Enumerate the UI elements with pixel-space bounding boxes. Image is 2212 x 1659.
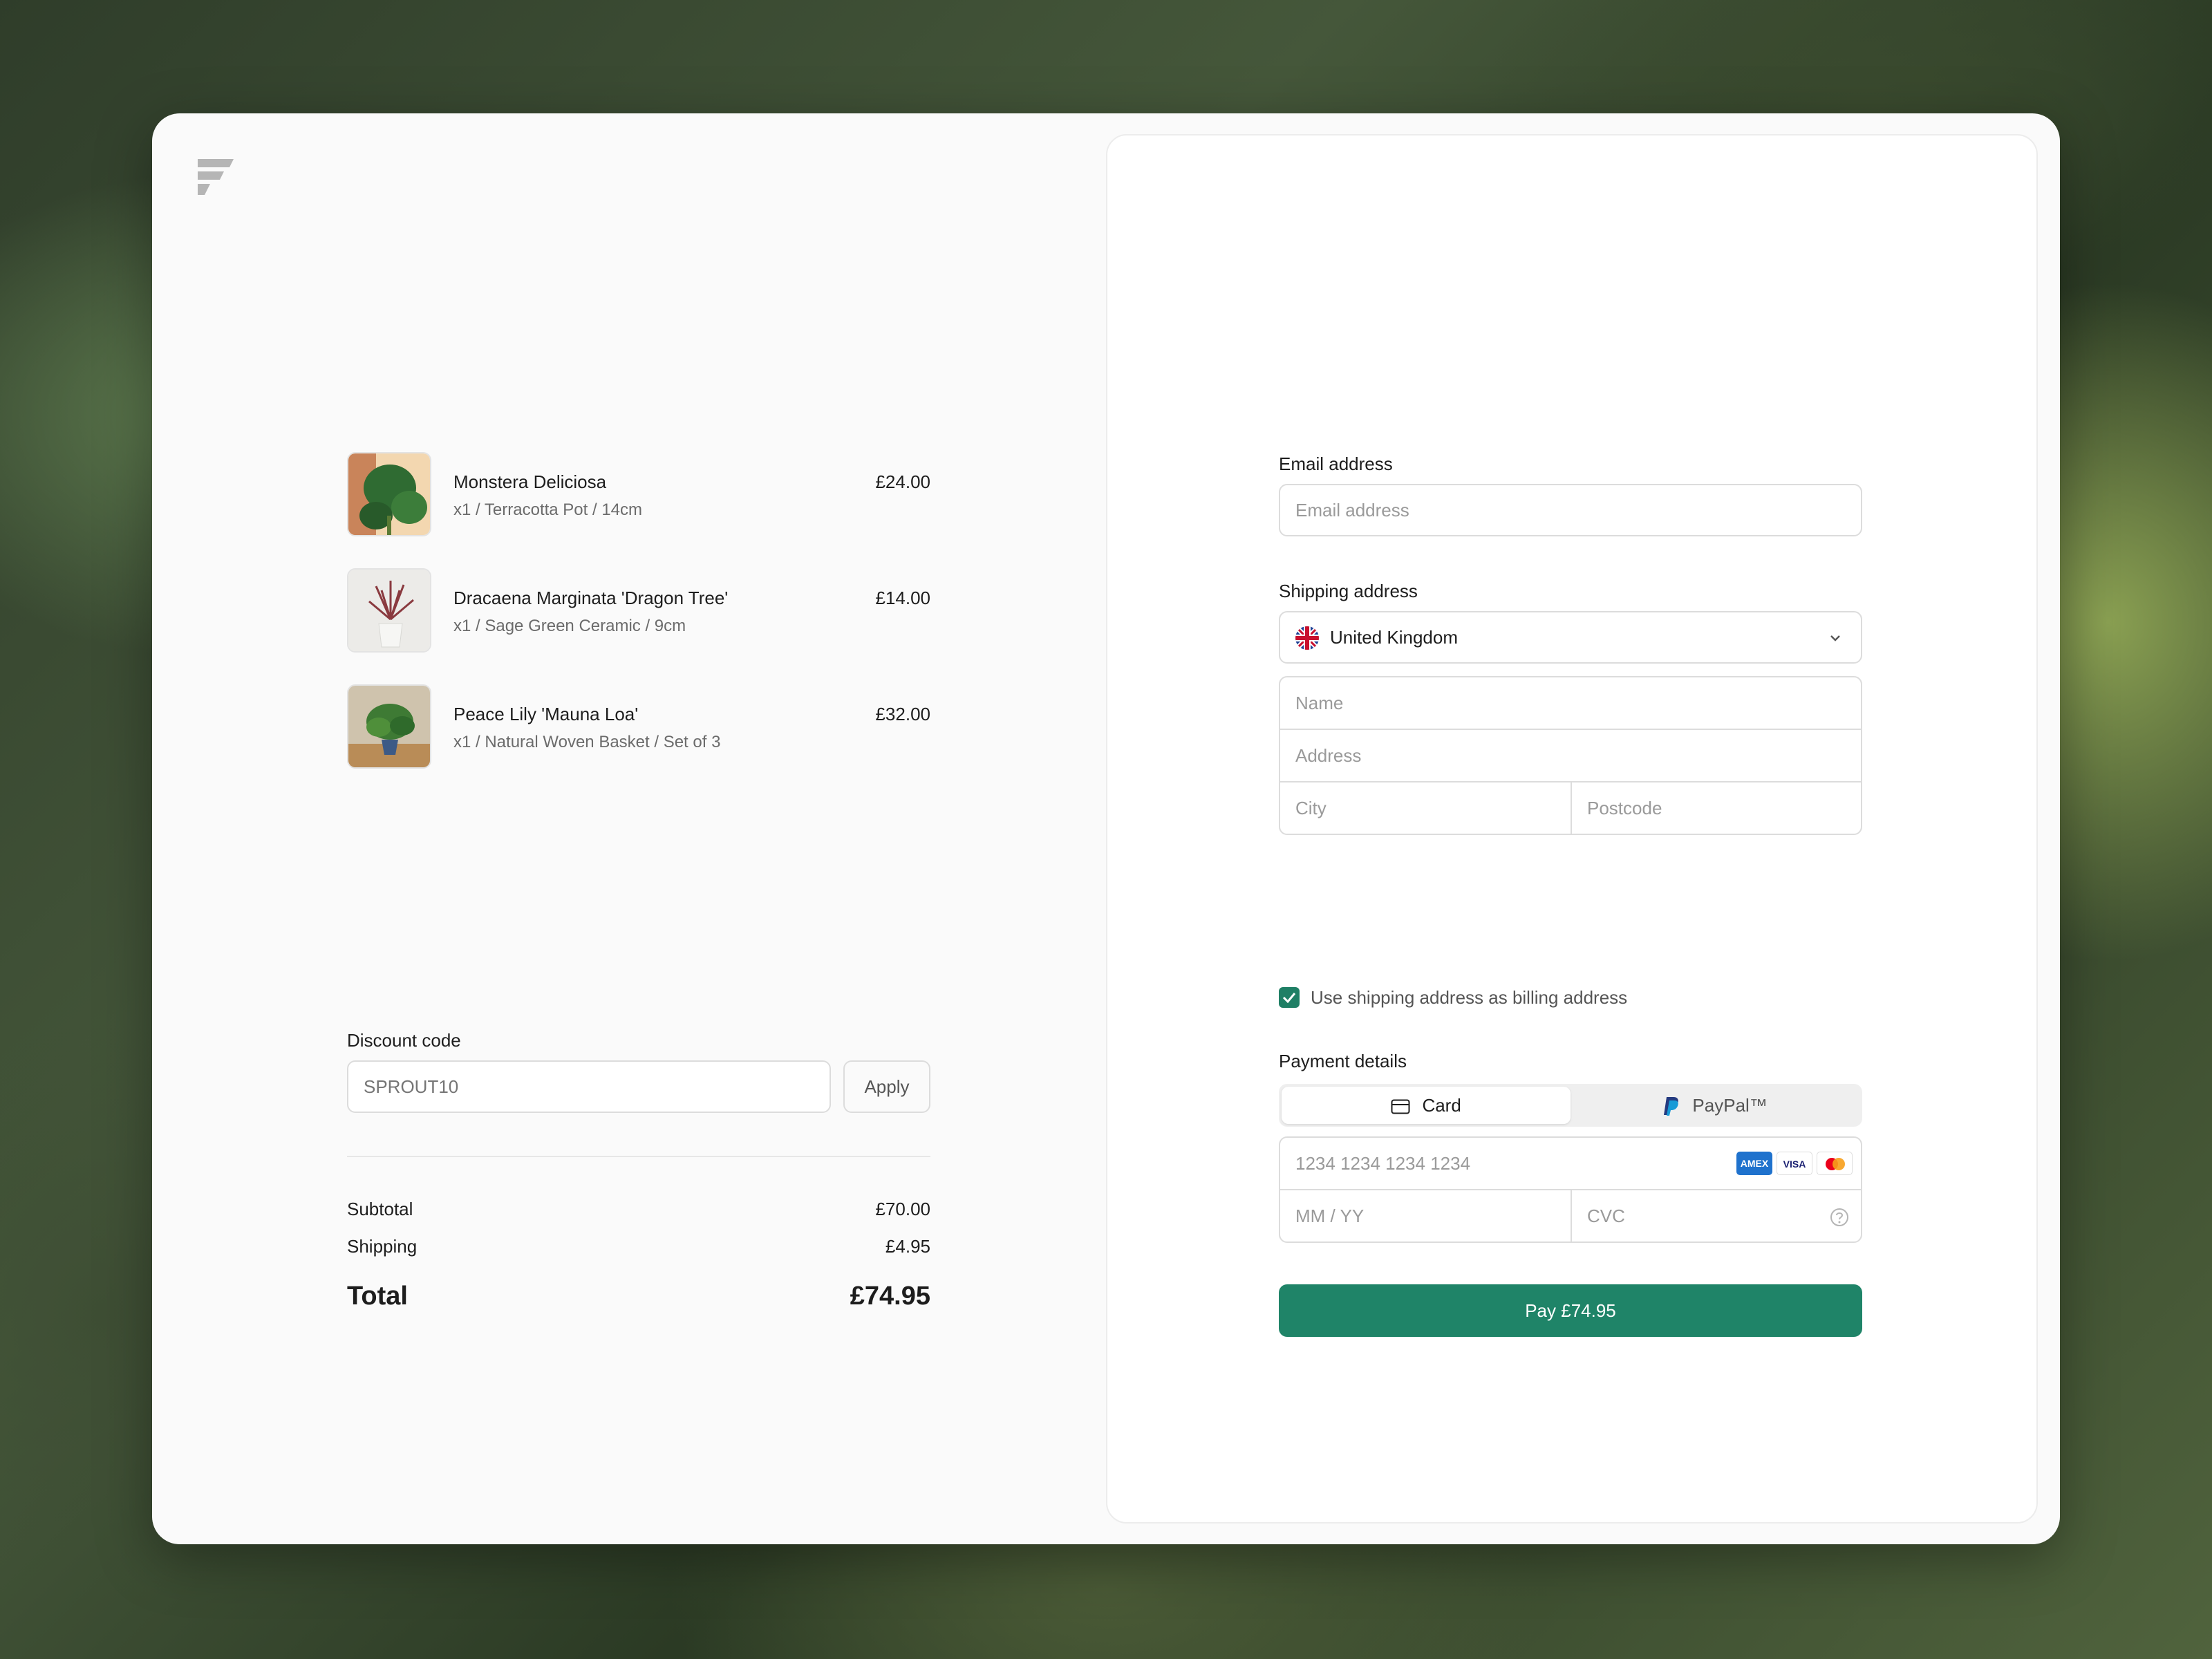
total-value: £74.95	[850, 1282, 930, 1311]
email-field[interactable]: Email address	[1279, 484, 1862, 536]
total-row: Total £74.95	[347, 1282, 930, 1311]
subtotal-value: £70.00	[875, 1199, 930, 1219]
shipping-value: £4.95	[885, 1236, 930, 1257]
cart-item: Monstera Deliciosa x1 / Terracotta Pot /…	[347, 452, 930, 536]
amex-icon: AMEX	[1736, 1152, 1772, 1175]
discount-label: Discount code	[347, 1030, 461, 1051]
uk-flag-icon	[1295, 626, 1319, 650]
address-field[interactable]: Address	[1280, 730, 1861, 781]
item-variant: x1 / Natural Woven Basket / Set of 3	[453, 733, 721, 751]
paypal-icon	[1664, 1097, 1678, 1116]
shipping-row: Shipping £4.95	[347, 1236, 930, 1257]
product-image-dracaena	[347, 568, 431, 653]
item-name: Peace Lily 'Mauna Loa'	[453, 704, 639, 724]
item-name: Dracaena Marginata 'Dragon Tree'	[453, 588, 729, 608]
item-price: £24.00	[875, 471, 930, 492]
subtotal-label: Subtotal	[347, 1199, 413, 1219]
address-fields: Name Address City Postcode	[1279, 676, 1862, 835]
subtotal-row: Subtotal £70.00	[347, 1199, 930, 1220]
mastercard-icon	[1817, 1152, 1853, 1175]
item-variant: x1 / Terracotta Pot / 14cm	[453, 500, 643, 519]
payment-method-tabs: Card PayPal™	[1279, 1084, 1862, 1127]
summary-divider	[347, 1156, 930, 1157]
brand-logo	[198, 159, 234, 195]
item-price: £14.00	[875, 588, 930, 608]
visa-icon: VISA	[1777, 1152, 1812, 1175]
card-fields: 1234 1234 1234 1234 AMEX VISA MM / YY CV…	[1279, 1136, 1862, 1243]
shipping-label: Shipping	[347, 1236, 418, 1257]
item-price: £32.00	[875, 704, 930, 724]
check-icon	[1282, 993, 1296, 1004]
chevron-down-icon	[1830, 635, 1840, 641]
postcode-field[interactable]: Postcode	[1572, 782, 1862, 834]
apply-discount-button[interactable]: Apply	[843, 1060, 930, 1113]
checkout-window: Monstera Deliciosa x1 / Terracotta Pot /…	[152, 113, 2060, 1544]
item-variant: x1 / Sage Green Ceramic / 9cm	[453, 617, 686, 635]
card-number-field[interactable]: 1234 1234 1234 1234	[1280, 1138, 1723, 1189]
tab-paypal[interactable]: PayPal™	[1571, 1087, 1859, 1124]
shipping-address-label: Shipping address	[1279, 581, 1418, 601]
product-image-monstera	[347, 452, 431, 536]
city-field[interactable]: City	[1280, 782, 1571, 834]
product-image-peace-lily	[347, 684, 431, 769]
expiry-field[interactable]: MM / YY	[1280, 1190, 1571, 1241]
item-name: Monstera Deliciosa	[453, 471, 607, 492]
discount-code-input[interactable]	[347, 1060, 831, 1113]
cart-item: Peace Lily 'Mauna Loa' x1 / Natural Wove…	[347, 684, 930, 769]
tab-card-label: Card	[1422, 1095, 1461, 1116]
payment-details-label: Payment details	[1279, 1051, 1407, 1071]
country-value: United Kingdom	[1330, 627, 1458, 648]
name-field[interactable]: Name	[1280, 677, 1861, 729]
checkout-panel: Email address Email address Shipping add…	[1106, 134, 2038, 1524]
tab-paypal-label: PayPal™	[1692, 1095, 1768, 1116]
billing-same-label: Use shipping address as billing address	[1311, 987, 1628, 1008]
billing-same-checkbox[interactable]	[1279, 987, 1300, 1008]
cvc-help-icon[interactable]	[1829, 1207, 1850, 1228]
pay-button[interactable]: Pay £74.95	[1279, 1284, 1862, 1337]
credit-card-icon	[1391, 1099, 1410, 1114]
country-select[interactable]: United Kingdom	[1279, 611, 1862, 664]
total-label: Total	[347, 1282, 408, 1311]
email-label: Email address	[1279, 453, 1393, 474]
cvc-field[interactable]: CVC	[1572, 1190, 1862, 1241]
cart-item: Dracaena Marginata 'Dragon Tree' x1 / Sa…	[347, 568, 930, 653]
tab-card[interactable]: Card	[1282, 1087, 1571, 1124]
order-summary: Monstera Deliciosa x1 / Terracotta Pot /…	[347, 452, 930, 1311]
